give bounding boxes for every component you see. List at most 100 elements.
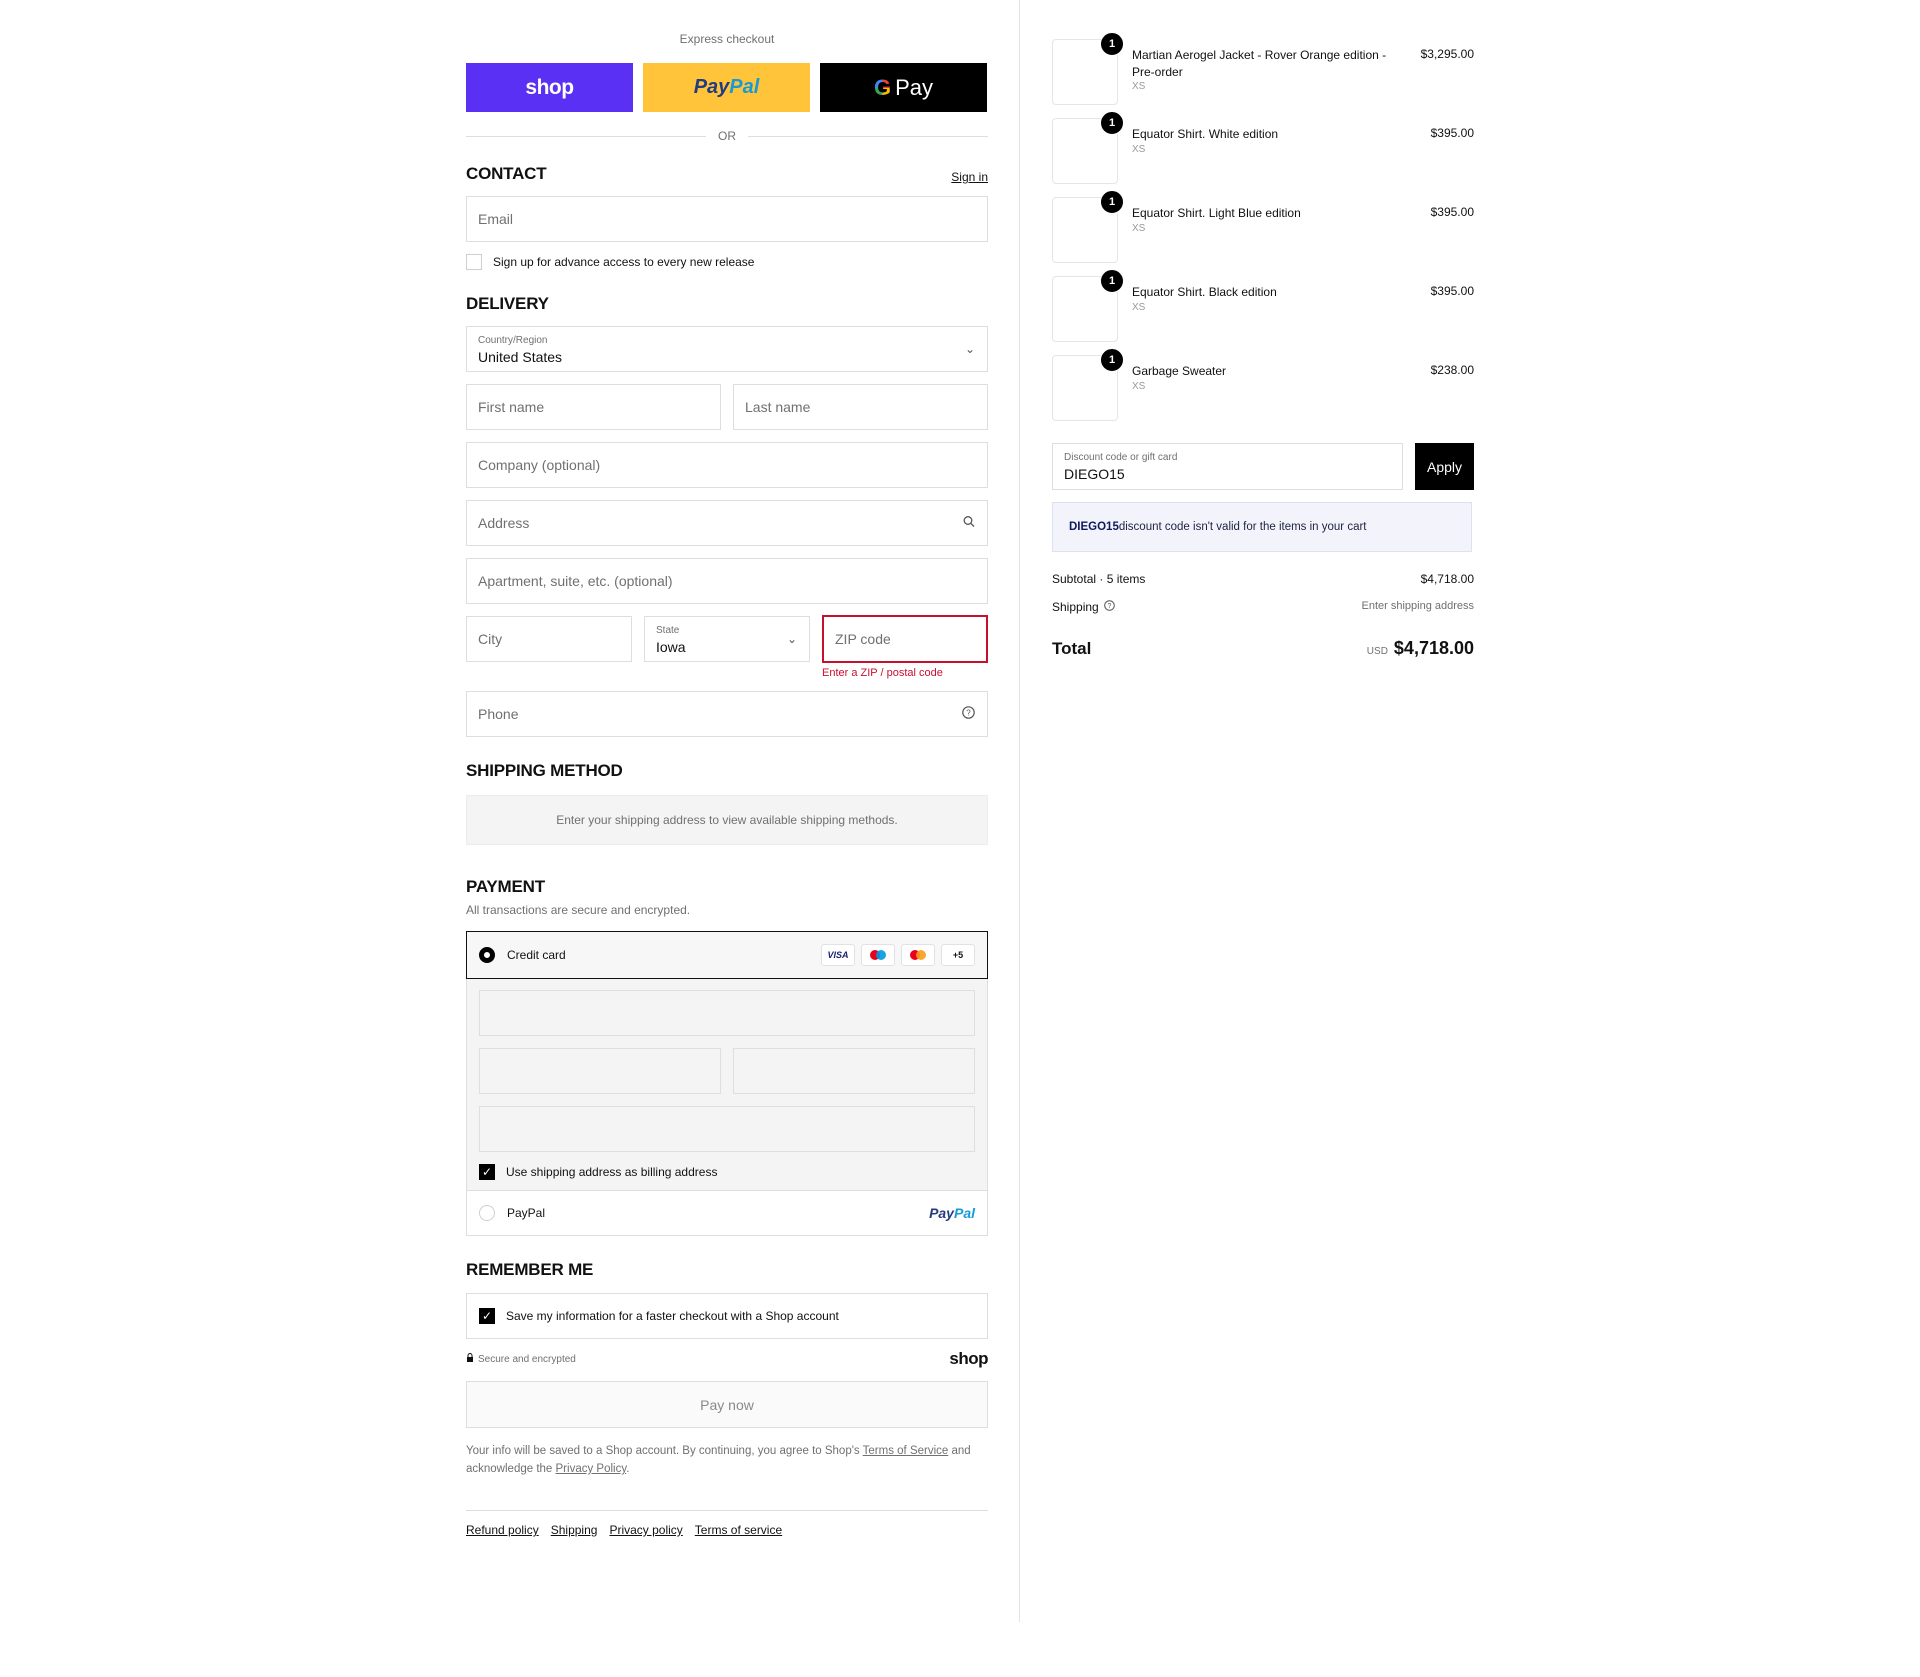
terms-of-service-link[interactable]: Terms of service	[695, 1523, 782, 1537]
checkout-form: Express checkout shop Pay Pal G Pay OR CON…	[466, 0, 988, 1537]
quantity-badge: 1	[1100, 269, 1124, 293]
cart-item: 1 Equator Shirt. White edition XS $395.00	[1052, 111, 1474, 184]
state-value: Iowa	[656, 639, 686, 655]
phone-placeholder: Phone	[478, 706, 519, 722]
card-expiry-cvv-row	[479, 1048, 975, 1094]
product-name: Equator Shirt. Black edition	[1132, 285, 1277, 299]
shop-pay-label: shop	[525, 75, 574, 99]
company-field[interactable]: Company (optional)	[466, 442, 988, 488]
shop-pay-button[interactable]: shop	[466, 63, 633, 112]
paypal-logo-part1: Pay	[929, 1205, 954, 1221]
contact-heading: CONTACT	[466, 164, 547, 183]
mastercard-icon	[901, 944, 935, 966]
first-name-field[interactable]: First name	[466, 384, 721, 430]
paypal-button[interactable]: Pay Pal	[643, 63, 810, 112]
payment-options: Credit card VISA +5 ✓ Use shipping addre…	[466, 931, 988, 1236]
product-name: Equator Shirt. Light Blue edition	[1132, 206, 1301, 220]
state-select[interactable]: State Iowa ⌄	[644, 616, 810, 662]
billing-same-option[interactable]: ✓ Use shipping address as billing addres…	[479, 1164, 975, 1180]
paypal-radio[interactable]	[479, 1205, 495, 1221]
city-field[interactable]: City	[466, 616, 632, 662]
apartment-field[interactable]: Apartment, suite, etc. (optional)	[466, 558, 988, 604]
refund-policy-link[interactable]: Refund policy	[466, 1523, 539, 1537]
discount-value: DIEGO15	[1064, 466, 1125, 482]
total-currency: USD	[1366, 646, 1388, 657]
shipping-method-heading: SHIPPING METHOD	[466, 761, 623, 780]
name-row: First name Last name	[466, 384, 988, 430]
secure-label: Secure and encrypted	[478, 1353, 576, 1365]
card-number-field[interactable]	[479, 990, 975, 1036]
pay-now-label: Pay now	[700, 1396, 754, 1413]
shipping-link[interactable]: Shipping	[551, 1523, 598, 1537]
product-variant: XS	[1132, 302, 1146, 313]
city-placeholder: City	[478, 631, 503, 647]
paypal-option[interactable]: PayPal PayPal	[467, 1191, 987, 1235]
discount-field[interactable]: Discount code or gift card DIEGO15	[1052, 443, 1403, 490]
product-variant: XS	[1132, 81, 1146, 92]
subtotal-value: $4,718.00	[1420, 572, 1474, 586]
payment-subtitle: All transactions are secure and encrypte…	[466, 903, 691, 917]
paypal-logo-part2: Pal	[953, 1205, 975, 1221]
or-label: OR	[718, 129, 736, 143]
company-placeholder: Company (optional)	[478, 457, 601, 473]
terms-link[interactable]: Terms of Service	[863, 1445, 949, 1457]
secure-row: Secure and encrypted shop	[466, 1349, 988, 1369]
zip-placeholder: ZIP code	[835, 631, 891, 647]
privacy-link[interactable]: Privacy Policy	[556, 1463, 627, 1475]
newsletter-checkbox[interactable]	[466, 254, 482, 270]
product-thumbnail: 1	[1052, 32, 1124, 105]
city-state-zip-row: City State Iowa ⌄ ZIP code Enter a ZIP /…	[466, 615, 988, 679]
google-pay-button[interactable]: G Pay	[820, 63, 987, 112]
email-field[interactable]: Email	[466, 196, 988, 242]
credit-card-option[interactable]: Credit card VISA +5	[466, 931, 988, 979]
or-divider: OR	[466, 124, 988, 148]
visa-label: VISA	[827, 950, 849, 960]
help-icon[interactable]: ?	[1103, 600, 1115, 614]
zip-field[interactable]: ZIP code	[822, 615, 988, 663]
credit-card-radio[interactable]	[479, 947, 495, 963]
apply-button[interactable]: Apply	[1415, 443, 1474, 490]
legal-text: Your info will be saved to a Shop accoun…	[466, 1442, 988, 1478]
save-info-option[interactable]: ✓ Save my information for a faster check…	[479, 1308, 839, 1324]
footer-links: Refund policy Shipping Privacy policy Te…	[466, 1523, 988, 1537]
more-cards-label: +5	[952, 950, 964, 960]
apartment-placeholder: Apartment, suite, etc. (optional)	[478, 573, 673, 589]
remember-me-box: ✓ Save my information for a faster check…	[466, 1293, 988, 1339]
address-field[interactable]: Address	[466, 500, 988, 546]
discount-error: DIEGO15 discount code isn't valid for th…	[1052, 502, 1472, 552]
product-price: $3,295.00	[1420, 47, 1474, 61]
sign-in-link[interactable]: Sign in	[951, 170, 988, 184]
svg-text:?: ?	[1107, 603, 1111, 610]
subtotal-row: Subtotal · 5 items $4,718.00	[1052, 572, 1474, 586]
total-row: Total USD $4,718.00	[1052, 638, 1474, 659]
address-placeholder: Address	[478, 515, 530, 531]
save-info-checkbox[interactable]: ✓	[479, 1308, 495, 1324]
card-name-field[interactable]	[479, 1106, 975, 1152]
billing-same-label: Use shipping address as billing address	[506, 1165, 718, 1179]
last-name-field[interactable]: Last name	[733, 384, 988, 430]
billing-same-checkbox[interactable]: ✓	[479, 1164, 495, 1180]
pay-now-button[interactable]: Pay now	[466, 1381, 988, 1428]
apply-label: Apply	[1426, 458, 1463, 475]
card-brand-badges: VISA +5	[821, 944, 975, 966]
shipping-label: Shipping	[1052, 600, 1099, 614]
country-select[interactable]: Country/Region United States ⌄	[466, 326, 988, 372]
shop-logo: shop	[949, 1349, 988, 1368]
phone-field[interactable]: Phone ?	[466, 691, 988, 737]
quantity-value: 1	[1108, 196, 1116, 208]
help-icon[interactable]: ?	[962, 706, 975, 722]
newsletter-option[interactable]: Sign up for advance access to every new …	[466, 254, 988, 270]
zip-wrapper: ZIP code Enter a ZIP / postal code	[822, 615, 988, 679]
card-cvv-field[interactable]	[733, 1048, 975, 1094]
quantity-badge: 1	[1100, 111, 1124, 135]
quantity-value: 1	[1108, 117, 1116, 129]
paypal-logo: PayPal	[929, 1205, 975, 1221]
privacy-policy-link[interactable]: Privacy policy	[609, 1523, 682, 1537]
card-expiry-field[interactable]	[479, 1048, 721, 1094]
chevron-down-icon: ⌄	[786, 632, 797, 646]
quantity-value: 1	[1108, 38, 1116, 50]
total-amount: USD $4,718.00	[1367, 638, 1474, 659]
product-variant: XS	[1132, 223, 1146, 234]
maestro-icon	[861, 944, 895, 966]
shipping-row: Shipping ? Enter shipping address	[1052, 600, 1474, 614]
